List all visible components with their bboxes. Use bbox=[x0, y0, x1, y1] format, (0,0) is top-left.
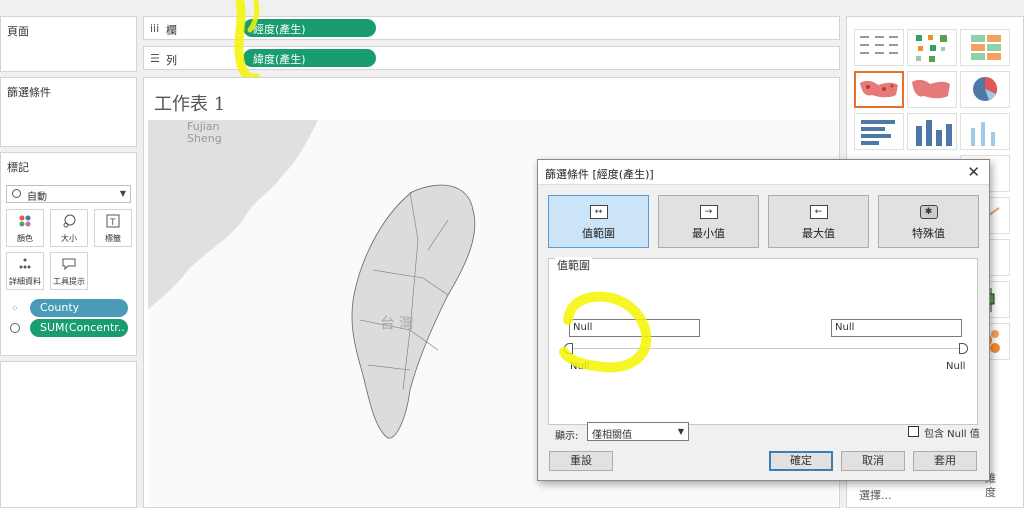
detail-button[interactable]: 詳細資料 bbox=[6, 252, 44, 290]
marks-title: 標記 bbox=[7, 161, 29, 174]
label-button[interactable]: T 標籤 bbox=[94, 209, 132, 247]
show-me-filled-map[interactable] bbox=[907, 71, 957, 108]
stacked-bars-icon bbox=[916, 120, 952, 146]
show-me-side-by-side-bars[interactable] bbox=[960, 113, 1010, 150]
detail-button-label: 詳細資料 bbox=[9, 277, 41, 286]
cancel-button-label: 取消 bbox=[862, 454, 884, 467]
tab-value-range-label: 值範圍 bbox=[582, 227, 615, 240]
show-me-symbol-map[interactable] bbox=[854, 71, 904, 108]
columns-shelf-label: 欄 bbox=[166, 24, 177, 37]
map-label-sheng: Sheng bbox=[187, 132, 222, 145]
pie-chart-icon bbox=[973, 76, 998, 101]
size-button[interactable]: 大小 bbox=[50, 209, 88, 247]
detail-icon bbox=[7, 257, 43, 273]
apply-button-label: 套用 bbox=[934, 454, 956, 467]
sum-concentration-pill-label: SUM(Concentr.. bbox=[40, 321, 125, 334]
circle-icon bbox=[12, 189, 21, 198]
max-caption: Null bbox=[946, 361, 966, 372]
tooltip-button-label: 工具提示 bbox=[53, 277, 85, 286]
size-button-label: 大小 bbox=[61, 234, 77, 243]
ok-button[interactable]: 確定 bbox=[769, 451, 833, 471]
horizontal-bars-icon bbox=[861, 120, 895, 145]
chevron-down-icon: ▼ bbox=[119, 189, 126, 198]
chevron-down-icon: ▼ bbox=[677, 427, 684, 436]
county-pill-label: County bbox=[40, 301, 80, 314]
include-null-label: 包含 Null 值 bbox=[924, 429, 980, 440]
marks-panel: 標記 自動 ▼ 顏色 大小 T 標籤 詳細資料 工具提示 ⁘ County SU… bbox=[0, 152, 137, 356]
show-me-heat-map[interactable] bbox=[907, 29, 957, 66]
filters-title: 篩選條件 bbox=[7, 86, 51, 99]
highlight-annotation-min bbox=[559, 291, 652, 373]
mark-type-value: 自動 bbox=[27, 192, 47, 203]
label-button-label: 標籤 bbox=[105, 234, 121, 243]
tab-at-most-label: 最大值 bbox=[802, 227, 835, 240]
min-icon: → bbox=[699, 205, 718, 219]
sum-concentration-pill[interactable]: SUM(Concentr.. bbox=[30, 319, 128, 337]
filters-panel: 篩選條件 bbox=[0, 77, 137, 147]
pages-title: 頁面 bbox=[7, 25, 29, 38]
text-table-icon bbox=[860, 36, 898, 54]
tooltip-button[interactable]: 工具提示 bbox=[50, 252, 88, 290]
reset-button-label: 重設 bbox=[570, 454, 592, 467]
filled-map-icon bbox=[912, 79, 950, 99]
cancel-button[interactable]: 取消 bbox=[841, 451, 905, 471]
special-icon: ✱ bbox=[919, 205, 938, 219]
include-null-checkbox[interactable] bbox=[908, 426, 919, 437]
county-pill[interactable]: County bbox=[30, 299, 128, 317]
show-me-horizontal-bars[interactable] bbox=[854, 113, 904, 150]
heat-map-icon bbox=[916, 35, 947, 62]
pages-panel: 頁面 bbox=[0, 16, 137, 72]
left-bottom-panel bbox=[0, 361, 137, 508]
show-me-stacked-bars[interactable] bbox=[907, 113, 957, 150]
dialog-title-bar: 篩選條件 [經度(產生)] ✕ bbox=[538, 160, 989, 185]
slider-max-handle[interactable] bbox=[959, 343, 968, 354]
rows-shelf-label: 列 bbox=[166, 54, 177, 67]
range-icon: ↔ bbox=[589, 205, 608, 219]
side-by-side-bars-icon bbox=[971, 122, 995, 146]
show-me-text-table[interactable] bbox=[854, 29, 904, 66]
max-value-input[interactable]: Null bbox=[831, 319, 962, 337]
size-icon bbox=[10, 323, 20, 333]
display-dropdown[interactable]: 僅相關值 ▼ bbox=[587, 422, 689, 441]
display-value: 僅相關值 bbox=[592, 430, 632, 441]
tab-value-range[interactable]: ↔ 值範圍 bbox=[548, 195, 649, 248]
show-me-pie-chart[interactable] bbox=[960, 71, 1010, 108]
map-label-taiwan: 台灣 bbox=[380, 314, 419, 332]
apply-button[interactable]: 套用 bbox=[913, 451, 977, 471]
tab-special[interactable]: ✱ 特殊值 bbox=[878, 195, 979, 248]
tab-at-least[interactable]: → 最小值 bbox=[658, 195, 759, 248]
symbol-map-icon bbox=[860, 80, 898, 98]
max-value-text: Null bbox=[835, 322, 855, 333]
rows-icon: ☰ bbox=[150, 52, 160, 65]
svg-text:T: T bbox=[109, 218, 116, 228]
columns-icon: iii bbox=[150, 22, 160, 35]
show-me-highlight-table[interactable] bbox=[960, 29, 1010, 66]
size-icon bbox=[51, 214, 87, 230]
mark-type-dropdown[interactable]: 自動 ▼ bbox=[6, 185, 131, 203]
display-label: 顯示: bbox=[555, 431, 579, 442]
color-button-label: 顏色 bbox=[17, 234, 33, 243]
ok-button-label: 確定 bbox=[790, 454, 812, 467]
tab-at-most[interactable]: ← 最大值 bbox=[768, 195, 869, 248]
range-group-label: 值範圍 bbox=[555, 257, 592, 273]
tab-special-label: 特殊值 bbox=[912, 227, 945, 240]
filter-dialog: 篩選條件 [經度(產生)] ✕ ↔ 值範圍 → 最小值 ← 最大值 ✱ 特殊值 … bbox=[537, 159, 990, 481]
color-icon bbox=[7, 214, 43, 230]
label-icon: T bbox=[95, 214, 131, 230]
dialog-title: 篩選條件 [經度(產生)] bbox=[545, 168, 654, 181]
max-icon: ← bbox=[809, 205, 828, 219]
detail-icon: ⁘ bbox=[11, 304, 19, 314]
close-icon[interactable]: ✕ bbox=[967, 163, 980, 181]
tooltip-icon bbox=[51, 257, 87, 273]
tab-at-least-label: 最小值 bbox=[692, 227, 725, 240]
reset-button[interactable]: 重設 bbox=[549, 451, 613, 471]
show-me-caption-partial: 選擇... bbox=[859, 489, 892, 502]
color-button[interactable]: 顏色 bbox=[6, 209, 44, 247]
highlight-table-icon bbox=[971, 35, 1001, 60]
worksheet-title: 工作表 1 bbox=[154, 94, 226, 115]
